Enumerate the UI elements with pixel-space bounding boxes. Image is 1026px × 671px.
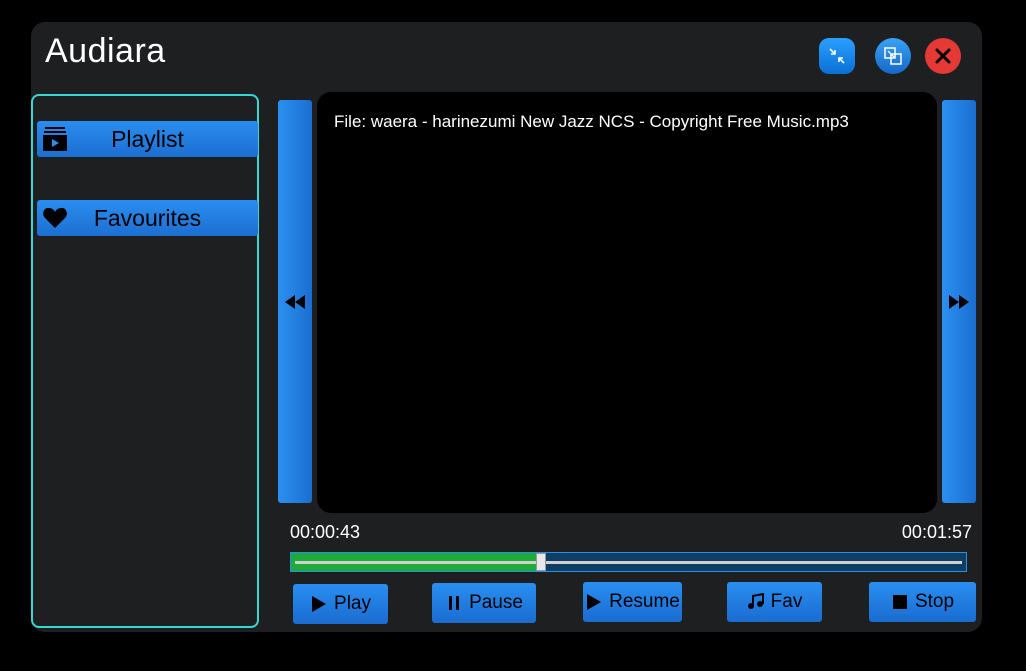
stop-button[interactable]: Stop — [869, 582, 976, 622]
seek-slider-track — [295, 561, 962, 564]
pause-icon — [445, 594, 463, 612]
rewind-icon — [285, 294, 305, 309]
resume-label: Resume — [609, 591, 680, 612]
expand-windows-icon — [884, 47, 902, 65]
minimize-button[interactable] — [819, 38, 855, 74]
play-label: Play — [334, 593, 371, 614]
stop-icon — [891, 593, 909, 611]
pause-label: Pause — [469, 592, 523, 613]
play-button[interactable]: Play — [293, 584, 388, 624]
sidebar-item-label: Favourites — [93, 204, 202, 231]
sidebar-item-playlist[interactable]: Playlist — [37, 121, 258, 157]
resume-button[interactable]: Resume — [583, 582, 682, 622]
stop-label: Stop — [914, 591, 955, 612]
next-track-button[interactable] — [942, 100, 976, 503]
total-time: 00:01:57 — [901, 522, 972, 542]
previous-track-button[interactable] — [278, 100, 312, 503]
music-notes-icon — [747, 593, 765, 611]
fast-forward-icon — [949, 294, 969, 309]
file-name-label: File: waera - harinezumi New Jazz NCS - … — [334, 112, 849, 131]
resume-icon — [585, 593, 603, 611]
app-window: Audiara Playlist Favourites File: waera … — [31, 22, 982, 632]
sidebar: Playlist Favourites — [31, 94, 259, 628]
pause-button[interactable]: Pause — [432, 583, 536, 623]
play-icon — [310, 595, 328, 613]
fav-button[interactable]: Fav — [727, 582, 822, 622]
app-title: Audiara — [45, 32, 166, 70]
fav-label: Fav — [770, 591, 803, 612]
maximize-button[interactable] — [875, 38, 911, 74]
seek-slider-thumb[interactable] — [535, 553, 546, 571]
seek-slider[interactable] — [290, 552, 967, 572]
close-button[interactable] — [925, 38, 961, 74]
current-time: 00:00:43 — [290, 522, 361, 542]
shrink-arrows-icon — [829, 48, 845, 64]
sidebar-item-favourites[interactable]: Favourites — [37, 200, 258, 236]
player-display: File: waera - harinezumi New Jazz NCS - … — [317, 92, 937, 513]
sidebar-item-label: Playlist — [111, 125, 184, 152]
close-x-icon — [935, 48, 951, 64]
